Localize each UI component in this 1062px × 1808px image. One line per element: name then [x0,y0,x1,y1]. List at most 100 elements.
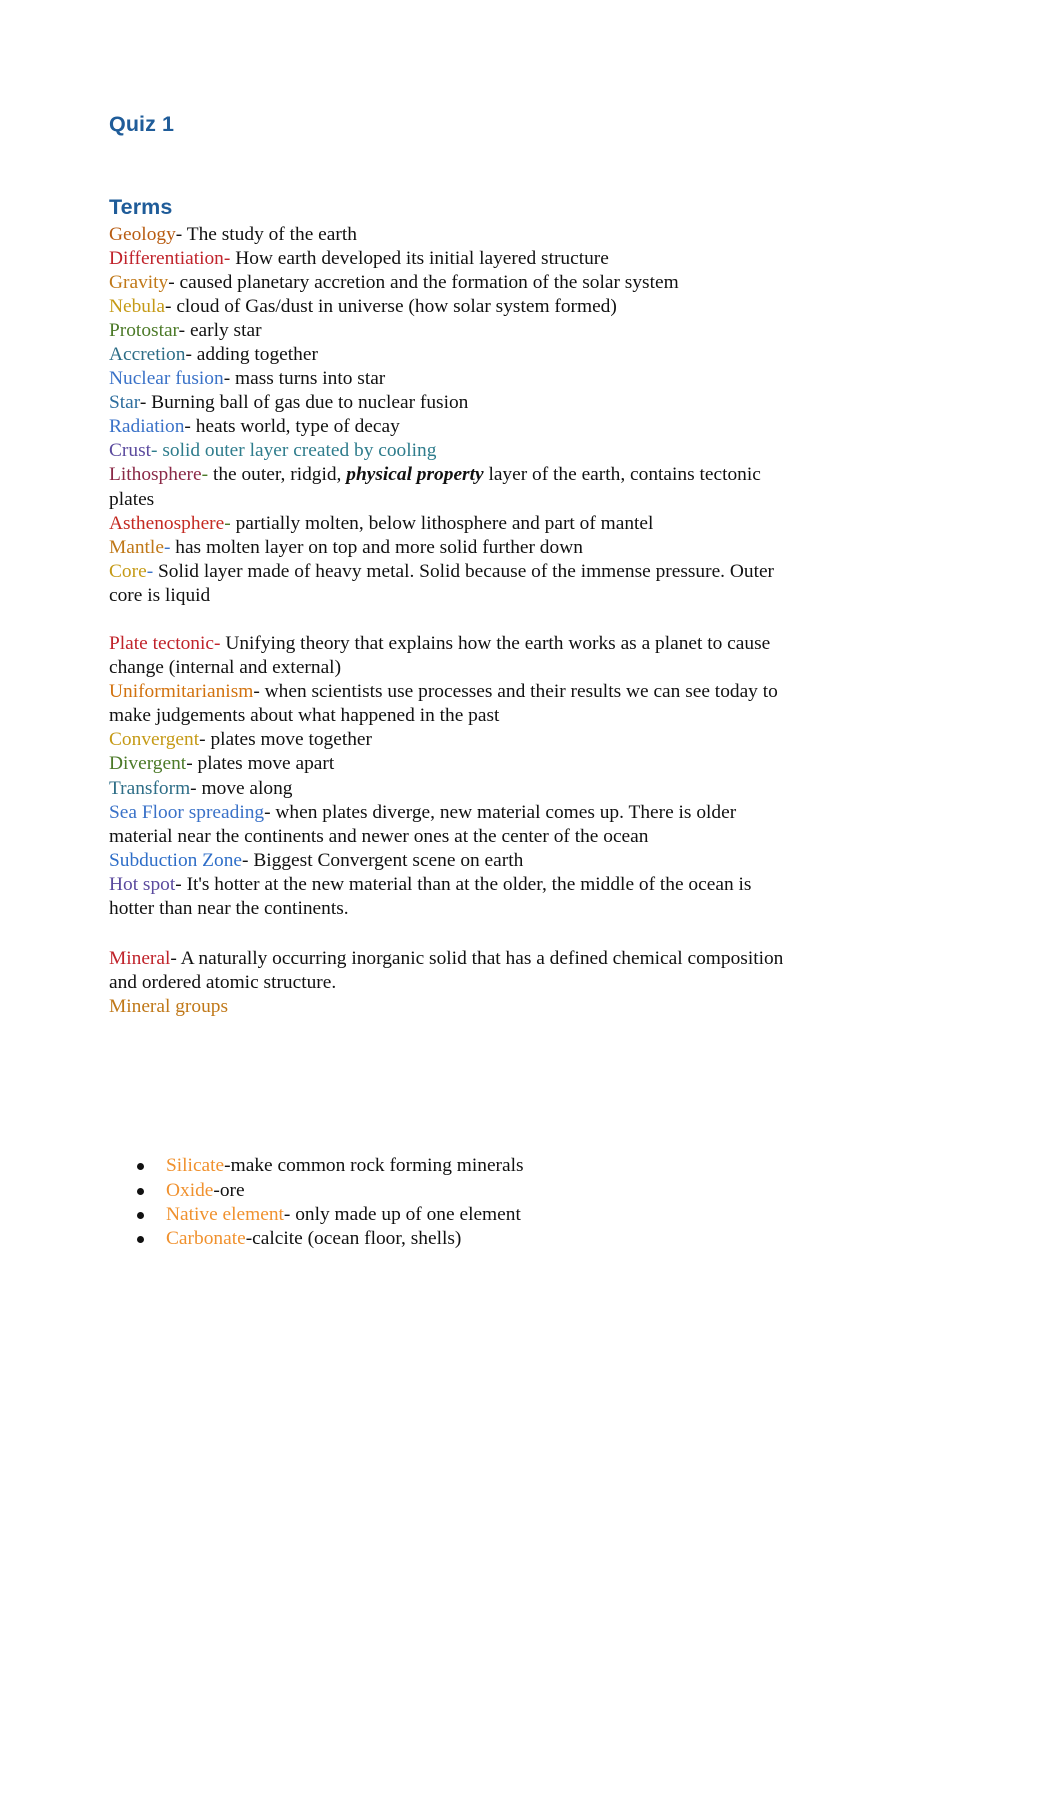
term-definition: Biggest Convergent scene on earth [253,849,524,871]
terms-list-group-1b: Asthenosphere- partially molten, below l… [109,512,954,608]
term-dash: - [185,343,197,365]
term-dash: - [178,319,190,341]
term-entry: Asthenosphere- partially molten, below l… [109,512,799,536]
term-dash: - [146,560,159,582]
term-dash: - [163,536,176,558]
term-definition: calcite (ocean floor, shells) [252,1227,462,1249]
term-name: Convergent [109,729,200,751]
term-entry: Hot spot- It's hotter at the new materia… [109,873,799,921]
term-entry: Nebula- cloud of Gas/dust in universe (h… [109,295,799,319]
term-definition: A naturally occurring inorganic solid th… [109,948,784,994]
terms-list-group-1: Geology- The study of the earth Different… [109,223,954,464]
term-name: Accretion [109,343,186,365]
term-definition: The study of the earth [186,223,357,245]
term-definition: early star [189,319,262,341]
term-name: Subduction Zone [109,849,243,871]
term-entry: Star- Burning ball of gas due to nuclear… [109,391,799,415]
term-entry: Nuclear fusion- mass turns into star [109,367,799,391]
mineral-groups-label: Mineral groups [109,995,954,1019]
terms-list-group-3: Mineral- A naturally occurring inorganic… [109,947,954,995]
term-name: Gravity [109,271,169,293]
term-dash: - [224,512,236,534]
term-dash: - [199,729,211,751]
bullet-dot-icon [137,1211,144,1219]
term-name: Sea Floor spreading [109,801,265,823]
term-name: Lithosphere [109,464,202,486]
term-name: Radiation [109,416,185,438]
term-dash: - [223,368,235,390]
term-definition-emphasis: physical property [346,464,484,486]
document-page: Quiz 1 Terms Geology- The study of the e… [0,0,1062,1808]
term-dash: - [264,801,276,823]
term-entry: Protostar- early star [109,319,799,343]
term-entry: Gravity- caused planetary accretion and … [109,271,799,295]
term-definition: Solid layer made of heavy metal. Solid b… [109,560,775,606]
term-dash: - [170,948,181,970]
term-entry: Transform- move along [109,777,799,801]
term-dash: - [139,392,152,414]
term-dash: - [175,873,187,895]
term-entry: Divergent- plates move apart [109,752,799,776]
bullet-dot-icon [137,1163,144,1171]
bullet-dot-icon [137,1235,144,1243]
term-entry: Sea Floor spreading- when plates diverge… [109,801,799,849]
term-dash: - [283,1203,296,1225]
term-entry: Uniformitarianism- when scientists use p… [109,680,799,728]
term-name: Nebula [109,295,165,317]
term-definition: has molten layer on top and more solid f… [175,536,583,558]
term-name: Transform [109,777,191,799]
term-entry: Radiation- heats world, type of decay [109,415,799,439]
term-dash: - [151,440,163,462]
term-definition: Burning ball of gas due to nuclear fusio… [151,392,469,414]
term-entry: Plate tectonic- Unifying theory that exp… [109,632,799,680]
term-name: Differentiation [109,247,224,269]
term-dash: - [214,633,226,655]
mineral-groups-text: Mineral groups [109,996,229,1018]
list-item: Carbonate-calcite (ocean floor, shells) [109,1227,954,1251]
term-entry: Differentiation- How earth developed its… [109,247,799,271]
paragraph-spacer-2 [109,921,954,947]
term-entry: Crust- solid outer layer created by cool… [109,439,799,463]
term-name: Oxide [166,1179,214,1201]
term-entry-lithosphere: Lithosphere- the outer, ridgid, physical… [109,463,799,511]
list-item: Oxide-ore [109,1179,954,1203]
paragraph-spacer-1 [109,608,954,632]
term-definition: move along [201,777,293,799]
term-definition: mass turns into star [235,368,386,390]
term-definition: plates move together [210,729,372,751]
term-name: Uniformitarianism [109,681,254,703]
list-item: Silicate-make common rock forming minera… [109,1154,954,1178]
term-name: Native element [166,1203,284,1225]
term-dash: - [165,295,177,317]
term-dash: - [242,849,254,871]
term-entry: Geology- The study of the earth [109,223,799,247]
term-definition: plates move apart [197,753,335,775]
term-name: Star [109,392,140,414]
terms-list-group-2: Plate tectonic- Unifying theory that exp… [109,632,954,921]
term-dash: - [186,753,198,775]
term-dash: - [253,681,265,703]
term-definition: How earth developed its initial layered … [235,247,609,269]
term-definition: caused planetary accretion and the forma… [179,271,679,293]
term-name: Silicate [166,1155,225,1177]
term-definition: ore [219,1179,245,1201]
mineral-groups-bullet-list: Silicate - make common rock forming minera… [109,1154,954,1250]
term-entry: Core- Solid layer made of heavy metal. S… [109,560,799,608]
term-definition: adding together [196,343,318,365]
term-name: Asthenosphere [109,512,225,534]
term-name: Geology [109,223,176,245]
term-name: Hot spot [109,873,176,895]
term-definition: make common rock forming minerals [230,1155,524,1177]
term-name: Core [109,560,147,582]
term-name: Divergent [109,753,187,775]
term-dash: - [184,416,196,438]
term-definition: It's hotter at the new material than at … [109,873,752,920]
term-name: Mantle [109,536,164,558]
term-definition: heats world, type of decay [195,416,400,438]
term-dash: - [223,247,236,269]
term-definition: partially molten, below lithosphere and … [235,512,654,534]
term-entry: Mantle- has molten layer on top and more… [109,536,799,560]
term-dash: - [201,464,213,486]
term-name: Mineral [109,948,171,970]
bullet-dot-icon [137,1187,144,1195]
